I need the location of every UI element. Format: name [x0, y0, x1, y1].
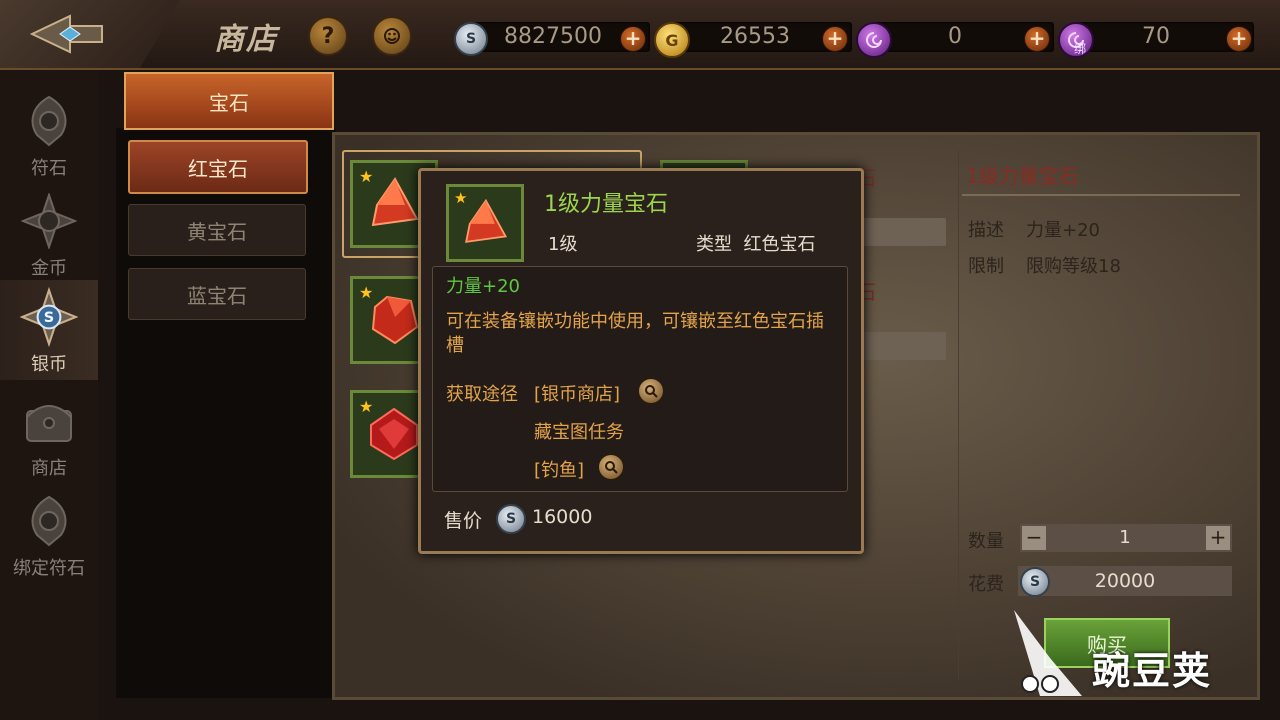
tooltip-item-type: 类型 红色宝石 [696, 230, 815, 256]
qty-input[interactable]: 1 [1100, 527, 1150, 548]
divider [962, 194, 1240, 196]
bound-rune-amount: 70 [1142, 24, 1170, 49]
cost-label: 花费 [968, 574, 1004, 595]
subcat-yellow-gem[interactable]: 黄宝石 [128, 204, 306, 256]
pea-pod-logo-icon [1014, 610, 1082, 696]
tooltip-item-icon: ★ [446, 184, 524, 262]
search-icon[interactable] [598, 454, 624, 480]
nav-item-gold[interactable]: 金币 [0, 184, 98, 284]
detail-limit-value: 限购等级18 [1026, 256, 1121, 277]
silver-coin-icon: S [496, 504, 526, 534]
search-icon[interactable] [638, 378, 664, 404]
top-bar: 商店 ? S 8827500 + G 26553 + 0 + 绑 70 + [0, 0, 1280, 70]
silver-emblem-icon: S [20, 287, 78, 347]
back-button[interactable] [0, 0, 180, 68]
silver-coin-icon: S [1020, 567, 1050, 597]
item-price-bar [860, 332, 946, 360]
detail-title: 1级力量宝石 [966, 164, 1079, 188]
star-icon: ★ [359, 397, 374, 416]
silver-amount: 8827500 [504, 24, 602, 49]
bound-rune-emblem-icon [20, 492, 78, 550]
gold-emblem-icon [20, 192, 78, 250]
chest-icon [20, 392, 78, 450]
tooltip-source-link[interactable]: [钓鱼] [534, 456, 584, 482]
qty-label: 数量 [968, 531, 1004, 552]
gold-amount: 26553 [720, 24, 790, 49]
nav-item-shop[interactable]: 商店 [0, 384, 98, 484]
detail-limit-label: 限制 [968, 256, 1004, 277]
red-gem-icon [371, 177, 419, 227]
red-gem-icon [370, 407, 418, 461]
star-icon: ★ [454, 189, 468, 207]
watermark-text: 豌豆荚 [1092, 649, 1213, 693]
star-icon: ★ [359, 167, 374, 186]
tooltip-price-value: 16000 [532, 506, 593, 528]
cost-value: 20000 [1094, 570, 1156, 592]
item-price-bar [860, 218, 946, 246]
nav-label: 银币 [31, 354, 67, 375]
nav-label: 商店 [31, 458, 67, 479]
subcat-blue-gem[interactable]: 蓝宝石 [128, 268, 306, 320]
nav-item-silver[interactable]: S 银币 [0, 280, 98, 380]
nav-label: 绑定符石 [13, 558, 85, 579]
tab-gem[interactable]: 宝石 [124, 72, 334, 130]
page-title: 商店 [214, 22, 278, 57]
rune-stone-icon [20, 92, 78, 150]
subcat-red-gem[interactable]: 红宝石 [128, 140, 308, 194]
tooltip-type-value: 红色宝石 [743, 234, 816, 255]
nav-label: 符石 [31, 158, 67, 179]
tooltip-source-text: 藏宝图任务 [534, 422, 624, 443]
nav-item-bound-rune[interactable]: 绑定符石 [0, 484, 98, 584]
question-icon[interactable]: ? [308, 16, 348, 56]
tooltip-item-level: 1级 [548, 234, 578, 255]
tooltip-description: 可在装备镶嵌功能中使用，可镶嵌至红色宝石插槽 [446, 311, 824, 356]
tooltip-info-box [432, 266, 848, 492]
qty-plus-button[interactable]: + [1206, 526, 1230, 550]
detail-desc-row: 描述 力量+20 [968, 216, 1100, 242]
svg-text:S: S [44, 310, 54, 326]
tooltip-source-label: 获取途径 [446, 384, 518, 405]
nav-label: 金币 [31, 258, 67, 279]
nav-item-rune-stone[interactable]: 符石 [0, 84, 98, 184]
add-bound-rune-button[interactable]: + [1226, 26, 1252, 52]
tooltip-source-link[interactable]: [银币商店] [534, 380, 620, 406]
star-icon: ★ [359, 283, 374, 302]
qty-minus-button[interactable]: − [1022, 526, 1046, 550]
tooltip-item-name: 1级力量宝石 [544, 192, 668, 217]
red-gem-icon [371, 295, 419, 345]
tooltip-stat: 力量+20 [446, 276, 520, 297]
detail-limit-row: 限制 限购等级18 [968, 252, 1121, 278]
detail-desc-value: 力量+20 [1026, 220, 1100, 241]
detail-desc-label: 描述 [968, 220, 1004, 241]
back-arrow-icon [30, 14, 103, 54]
tooltip-type-label: 类型 [696, 234, 732, 255]
rune-amount: 0 [948, 24, 962, 49]
tooltip-price-label: 售价 [444, 510, 483, 532]
headset-icon[interactable] [372, 16, 412, 56]
